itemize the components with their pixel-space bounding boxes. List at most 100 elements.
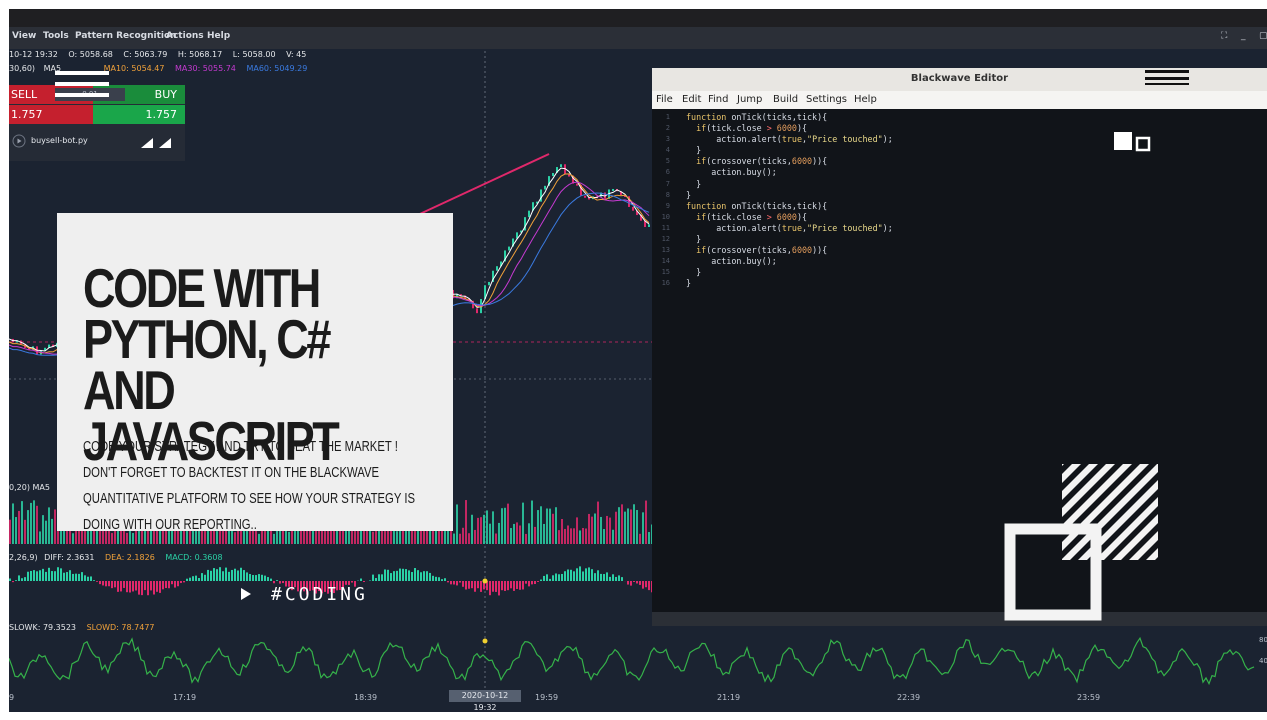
code-line[interactable]: 14 action.buy(); [652, 256, 1267, 267]
macd-bar [216, 569, 218, 581]
sell-price-value: 1.757 [11, 108, 43, 121]
candle [468, 298, 470, 301]
code-line[interactable]: 10 if(tick.close > 6000){ [652, 212, 1267, 223]
editor-menu-edit[interactable]: Edit [682, 94, 701, 105]
macd-bar [258, 574, 260, 581]
code-line[interactable]: 13 if(crossover(ticks,6000)){ [652, 245, 1267, 256]
macd-bar [60, 568, 62, 581]
macd-bar [633, 581, 635, 582]
macd-bar [534, 581, 536, 585]
volume-bar [42, 515, 44, 544]
macd-bar [177, 581, 179, 587]
macd-bar [54, 571, 56, 581]
candle [548, 176, 550, 186]
macd-bar [537, 581, 539, 582]
code-line[interactable]: 7 } [652, 179, 1267, 190]
menu-tools[interactable]: Tools [43, 31, 69, 41]
code-line[interactable]: 12 } [652, 234, 1267, 245]
editor-menu-build[interactable]: Build [773, 94, 798, 105]
candle [492, 270, 494, 282]
code-line[interactable]: 11 action.alert(true,"Price touched"); [652, 223, 1267, 234]
code-line[interactable]: 15 } [652, 267, 1267, 278]
editor-menu-help[interactable]: Help [854, 94, 877, 105]
code-text: action.buy(); [686, 167, 777, 178]
code-text: if(crossover(ticks,6000)){ [696, 156, 828, 167]
volume-bar [492, 511, 494, 544]
code-line[interactable]: 16} [652, 278, 1267, 289]
menu-help[interactable]: Help [207, 31, 230, 41]
macd-bar [144, 581, 146, 591]
editor-menu-settings[interactable]: Settings [806, 94, 847, 105]
bot-filename[interactable]: buysell-bot.py [31, 136, 88, 145]
menu-pattern-recognition[interactable]: Pattern Recognition [75, 31, 177, 41]
volume-bar [483, 514, 485, 544]
code-area[interactable]: 1 function onTick(ticks,tick){2 if(tick.c… [652, 112, 1267, 290]
line-number: 13 [661, 246, 670, 255]
candle [48, 344, 50, 348]
code-line[interactable]: 1 function onTick(ticks,tick){ [652, 112, 1267, 123]
macd-bar [597, 570, 599, 581]
hamburger-icon-editor[interactable] [1145, 69, 1191, 85]
volume-bar [12, 503, 14, 544]
volume-bar [618, 507, 620, 544]
candle [456, 294, 458, 299]
minimize-icon[interactable]: _ [1241, 31, 1246, 41]
code-line[interactable]: 5 if(crossover(ticks,6000)){ [652, 156, 1267, 167]
line-number: 6 [665, 168, 670, 177]
editor-menu-file[interactable]: File [656, 94, 673, 105]
fullscreen-icon[interactable]: ⛶ [1221, 31, 1227, 41]
code-line[interactable]: 3 action.alert(true,"Price touched"); [652, 134, 1267, 145]
code-line[interactable]: 2 if(tick.close > 6000){ [652, 123, 1267, 134]
hamburger-icon[interactable] [55, 71, 111, 97]
candle [616, 188, 618, 192]
candle [604, 192, 606, 199]
volume-bar [450, 530, 452, 544]
macd-bar [27, 571, 29, 581]
macd-bar [69, 570, 71, 581]
play-circle-icon[interactable] [12, 134, 26, 148]
candle [28, 347, 30, 350]
macd-bar [102, 581, 104, 586]
volume-bar [552, 513, 554, 544]
macd-bar [402, 568, 404, 581]
play-icon[interactable] [241, 588, 251, 600]
code-text: if(crossover(ticks,6000)){ [696, 245, 828, 256]
editor-menu-find[interactable]: Find [708, 94, 729, 105]
code-line[interactable]: 8} [652, 190, 1267, 201]
macd-bar [501, 581, 503, 591]
macd-bar [585, 568, 587, 581]
macd-bar [219, 567, 221, 581]
close-icon[interactable]: ▢ [1259, 31, 1267, 41]
macd-bar [252, 575, 254, 581]
editor-menu-jump[interactable]: Jump [737, 94, 762, 105]
menu-view[interactable]: View [12, 31, 36, 41]
candle [24, 344, 26, 348]
time-tick: 22:39 [897, 693, 921, 702]
code-text: function onTick(ticks,tick){ [686, 112, 828, 122]
line-number: 12 [661, 235, 670, 244]
buy-price[interactable]: 1.757 [93, 105, 185, 124]
macd-bar [465, 581, 467, 590]
code-text: if(tick.close > 6000){ [696, 123, 808, 134]
candle [512, 238, 514, 247]
code-text: action.alert(true,"Price touched"); [686, 134, 893, 145]
code-line[interactable]: 4 } [652, 145, 1267, 156]
macd-bar [519, 581, 521, 590]
code-line[interactable]: 6 action.buy(); [652, 167, 1267, 178]
volume-bar [453, 533, 455, 544]
macd-bar [36, 571, 38, 581]
volume-bar [606, 515, 608, 544]
candle [624, 195, 626, 198]
time-tick: 17:19 [173, 693, 197, 702]
code-line[interactable]: 9 function onTick(ticks,tick){ [652, 201, 1267, 212]
volume-bar [582, 527, 584, 544]
menu-actions[interactable]: Actions [166, 31, 204, 41]
sell-price[interactable]: 1.757 [9, 105, 93, 124]
volume-bar [516, 522, 518, 544]
macd-bar [237, 570, 239, 581]
kd-line [9, 636, 1255, 686]
macd-bar [123, 581, 125, 588]
volume-bar [648, 532, 650, 544]
macd-bar [510, 581, 512, 589]
line-number: 10 [661, 212, 670, 221]
